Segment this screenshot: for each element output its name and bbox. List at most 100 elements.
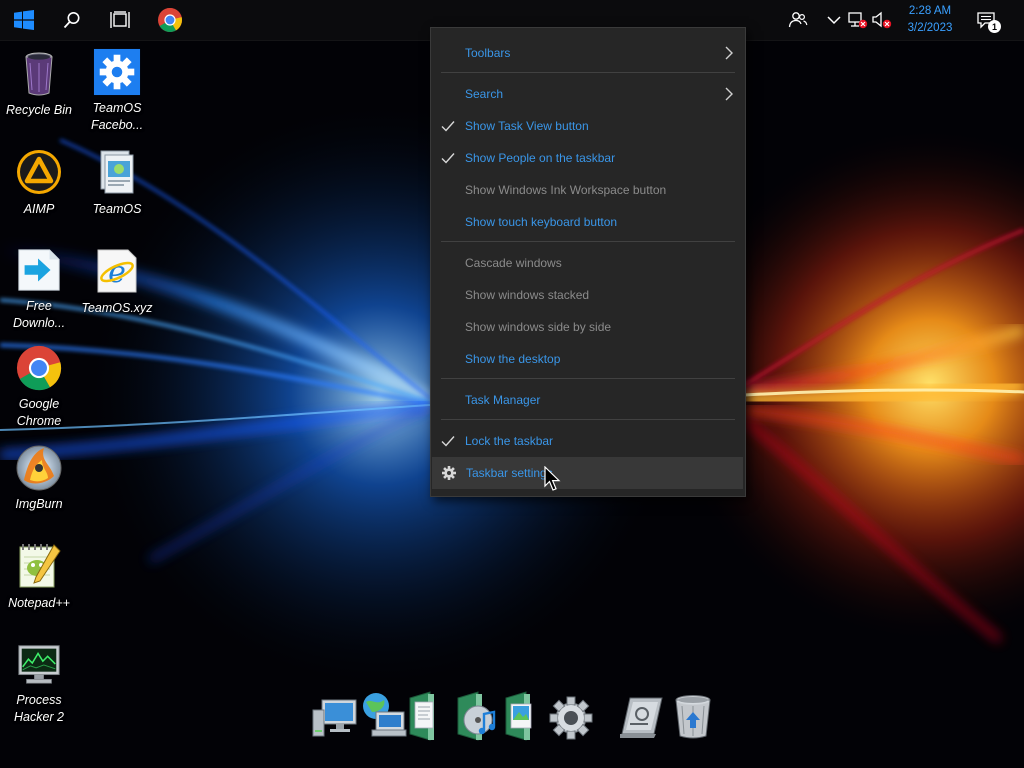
menu-item-show-touch-keyboard[interactable]: Show touch keyboard button [431, 206, 745, 238]
menu-item-label: Cascade windows [465, 256, 562, 270]
desktop-icon-teamos-xyz[interactable]: e TeamOS.xyz [78, 242, 156, 332]
tray-overflow-button[interactable] [822, 8, 846, 32]
pictures-folder-icon [505, 691, 532, 741]
desktop-icon-label: TeamOS [92, 202, 142, 216]
music-folder-icon [457, 691, 496, 741]
desktop-icon-recycle-bin[interactable]: Recycle Bin [0, 44, 78, 134]
settings-gear-icon [549, 696, 593, 740]
desktop-icon-label: AIMP [23, 202, 55, 216]
folder-documents-icon [100, 150, 134, 194]
dock-item-control-panel[interactable] [616, 690, 666, 744]
chrome-icon [158, 8, 182, 33]
menu-item-label: Show windows side by side [465, 320, 612, 334]
checkmark-icon [441, 121, 455, 132]
desktop-icon-label: Process Hacker 2 [13, 693, 65, 724]
desktop-icon-google-chrome[interactable]: Google Chrome [0, 340, 78, 430]
menu-item-label: Task Manager [465, 393, 541, 407]
chevron-right-icon [725, 87, 733, 101]
task-view-icon [110, 11, 130, 28]
people-button[interactable] [786, 8, 810, 32]
desktop-icon-notepad-plus-plus[interactable]: Notepad++ [0, 537, 78, 627]
menu-item-show-windows-stacked: Show windows stacked [431, 279, 745, 311]
chevron-right-icon [725, 46, 733, 60]
chevron-up-icon [827, 16, 841, 25]
imgburn-disc-icon [16, 445, 62, 491]
notepad-plus-plus-icon [19, 544, 61, 588]
desktop-icon-aimp[interactable]: AIMP [0, 143, 78, 233]
menu-separator [441, 241, 735, 242]
dock-item-pictures[interactable] [502, 690, 552, 744]
chrome-icon [16, 345, 62, 391]
search-icon [63, 12, 80, 29]
computer-icon [312, 699, 357, 737]
menu-item-show-task-view[interactable]: Show Task View button [431, 110, 745, 142]
taskbar-context-menu[interactable]: Toolbars Search Show Task View button Sh… [430, 27, 746, 497]
menu-separator [441, 419, 735, 420]
menu-item-search[interactable]: Search [431, 78, 745, 110]
clock-time: 2:28 AM [908, 5, 952, 17]
dock-item-documents[interactable] [406, 690, 456, 744]
desktop-icon-label: ImgBurn [15, 497, 63, 511]
menu-item-toolbars[interactable]: Toolbars [431, 37, 745, 69]
clock[interactable]: 2:28 AM 3/2/2023 [896, 3, 964, 37]
dock[interactable] [306, 688, 722, 746]
gear-settings-icon [93, 48, 141, 96]
menu-item-label: Show People on the taskbar [465, 151, 616, 165]
dock-item-computer[interactable] [310, 690, 360, 744]
desktop-icon-free-download-manager[interactable]: Free Downlo... [0, 242, 78, 332]
desktop-icon-teamos-facebook[interactable]: TeamOS Facebo... [78, 44, 156, 134]
control-panel-icon [620, 697, 663, 738]
menu-item-label: Show the desktop [465, 352, 561, 366]
dock-item-network[interactable] [358, 690, 408, 744]
desktop-icon-label: TeamOS.xyz [81, 301, 153, 315]
volume-muted-icon [872, 11, 892, 29]
menu-item-label: Show touch keyboard button [465, 215, 618, 229]
windows-logo-icon [14, 10, 34, 30]
checkmark-icon [441, 436, 455, 447]
taskbar-chrome-button[interactable] [146, 0, 194, 40]
clock-date: 3/2/2023 [907, 22, 953, 34]
menu-item-lock-taskbar[interactable]: Lock the taskbar [431, 425, 745, 457]
menu-item-label: Show Task View button [465, 119, 589, 133]
menu-item-label: Search [465, 87, 504, 101]
menu-separator [441, 72, 735, 73]
desktop-icon-process-hacker[interactable]: Process Hacker 2 [0, 636, 78, 726]
menu-separator [441, 378, 735, 379]
task-view-button[interactable] [96, 0, 144, 40]
start-button[interactable] [0, 0, 48, 40]
search-button[interactable] [48, 0, 96, 40]
menu-item-show-desktop[interactable]: Show the desktop [431, 343, 745, 375]
menu-item-label: Show windows stacked [465, 288, 590, 302]
dock-item-settings[interactable] [546, 690, 596, 744]
menu-item-show-people[interactable]: Show People on the taskbar [431, 142, 745, 174]
mouse-cursor-icon [544, 466, 561, 491]
menu-item-show-windows-ink: Show Windows Ink Workspace button [431, 174, 745, 206]
desktop-icon-imgburn[interactable]: ImgBurn [0, 438, 78, 528]
svg-text:e: e [108, 255, 126, 290]
dock-item-trash[interactable] [668, 690, 718, 744]
menu-item-taskbar-settings[interactable]: Taskbar settings [432, 457, 743, 489]
menu-item-label: Toolbars [465, 46, 511, 60]
menu-item-show-windows-side-by-side: Show windows side by side [431, 311, 745, 343]
trash-icon [675, 695, 711, 739]
menu-item-label: Lock the taskbar [465, 434, 554, 448]
desktop-icon-label: Notepad++ [8, 596, 70, 610]
volume-button[interactable] [870, 8, 894, 32]
menu-item-cascade-windows: Cascade windows [431, 247, 745, 279]
people-icon [788, 12, 808, 28]
menu-item-label: Show Windows Ink Workspace button [465, 183, 667, 197]
desktop-icon-label: Recycle Bin [6, 103, 72, 117]
internet-explorer-icon: e [97, 249, 137, 293]
network-button[interactable] [846, 8, 870, 32]
checkmark-icon [441, 153, 455, 164]
menu-item-task-manager[interactable]: Task Manager [431, 384, 745, 416]
aimp-icon [17, 150, 61, 194]
desktop-icon-label: Free Downlo... [12, 299, 66, 330]
desktop-icon-label: Google Chrome [16, 397, 62, 428]
dock-item-music[interactable] [454, 690, 504, 744]
documents-folder-icon [409, 691, 434, 741]
desktop-icon-teamos[interactable]: TeamOS [78, 143, 156, 233]
notification-count-badge: 1 [988, 20, 1001, 33]
menu-item-label: Taskbar settings [466, 466, 553, 480]
desktop[interactable]: 2:28 AM 3/2/2023 1 Recycle Bin TeamOS Fa… [0, 0, 1024, 768]
